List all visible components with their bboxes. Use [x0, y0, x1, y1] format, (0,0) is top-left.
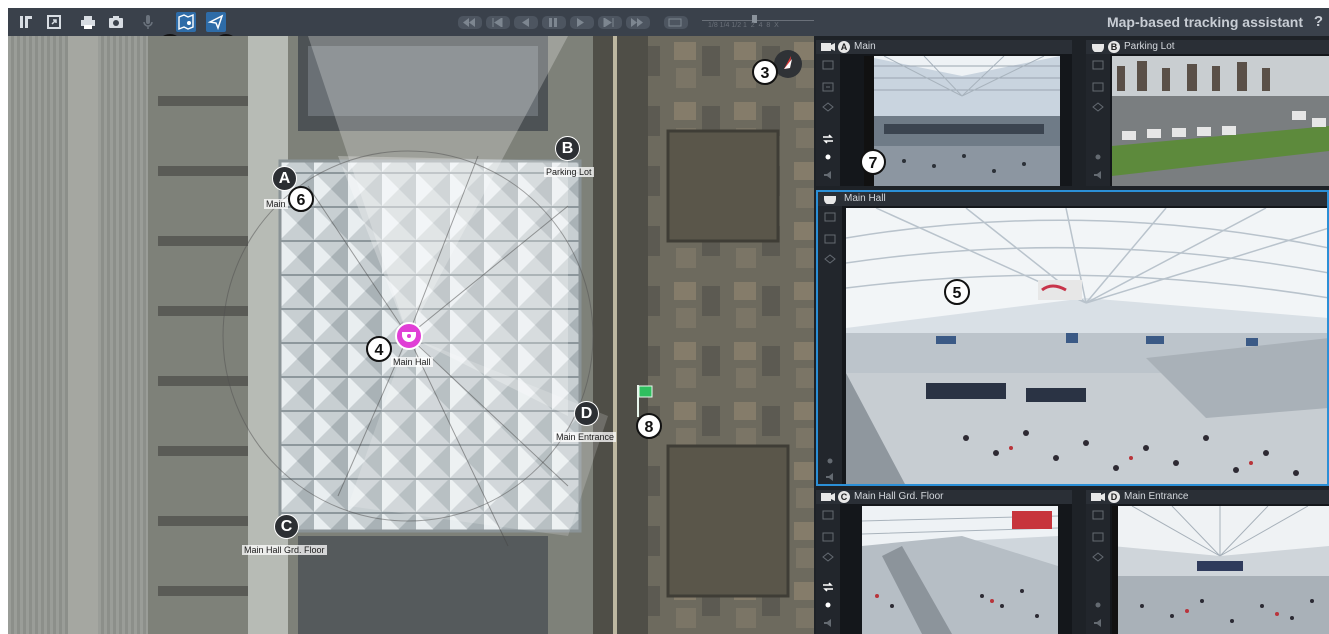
zoom-icon[interactable]: [824, 234, 836, 244]
ptz-icon[interactable]: [822, 102, 834, 112]
speed-scale-label: 1/8 1/4 1/2 1 2 4 8 X: [708, 22, 779, 29]
fullscreen-icon[interactable]: [44, 12, 64, 32]
swap-icon[interactable]: [822, 134, 834, 144]
camera-panel-main-hall[interactable]: Main Hall: [816, 190, 1329, 486]
exit-icon[interactable]: [16, 12, 36, 32]
camera-icon: [1091, 493, 1105, 501]
layers-icon[interactable]: [1092, 510, 1104, 520]
camera-name-b: Parking Lot: [1124, 41, 1175, 52]
camera-rail-main: [818, 206, 842, 484]
camera-panel-c[interactable]: C Main Hall Grd. Floor: [816, 490, 1072, 634]
map-camera-b-label: Parking Lot: [544, 167, 594, 177]
speed-slider[interactable]: 1/8 1/4 1/2 1 2 4 8 X: [698, 14, 818, 32]
camera-rail-d: [1086, 504, 1110, 634]
audio-icon[interactable]: [824, 472, 836, 482]
zoom-icon[interactable]: [822, 532, 834, 542]
camera-icon: [821, 43, 835, 51]
camera-name-c: Main Hall Grd. Floor: [854, 491, 944, 502]
toolbar: 1/8 1/4 1/2 1 2 4 8 X Map-based tracking…: [8, 8, 1329, 36]
record-icon[interactable]: [822, 600, 834, 610]
map-tracking-icon[interactable]: [176, 12, 196, 32]
zoom-icon[interactable]: [1092, 82, 1104, 92]
video-feed-b: [1112, 56, 1329, 186]
camera-name-main-hall: Main Hall: [844, 193, 886, 204]
map-view[interactable]: A Main B Parking Lot C Main Hall Grd. Fl…: [8, 36, 814, 634]
help-button[interactable]: ?: [1314, 13, 1323, 30]
dome-camera-icon: [824, 196, 836, 204]
camera-panel-b[interactable]: B Parking Lot: [1086, 40, 1329, 186]
microphone-icon[interactable]: [138, 12, 158, 32]
audio-icon[interactable]: [822, 170, 834, 180]
ptz-icon[interactable]: [1092, 552, 1104, 562]
callout-7: 7: [860, 149, 886, 175]
camera-badge-a: A: [838, 41, 850, 53]
app-title: Map-based tracking assistant: [1106, 14, 1303, 30]
skip-forward-icon[interactable]: [626, 16, 650, 29]
camera-name-a: Main: [854, 41, 876, 52]
callout-5: 5: [944, 279, 970, 305]
swap-icon[interactable]: [822, 582, 834, 592]
ptz-icon[interactable]: [824, 254, 836, 264]
map-camera-c-label: Main Hall Grd. Floor: [242, 545, 327, 555]
camera-panel-d[interactable]: D Main Entrance: [1086, 490, 1329, 634]
layers-icon[interactable]: [824, 212, 836, 222]
video-feed-c: [862, 506, 1058, 634]
camera-name-d: Main Entrance: [1124, 491, 1189, 502]
camera-icon: [821, 493, 835, 501]
map-camera-c-marker[interactable]: C: [274, 514, 299, 539]
audio-icon[interactable]: [1092, 170, 1104, 180]
record-icon[interactable]: [1092, 600, 1104, 610]
audio-icon[interactable]: [822, 618, 834, 628]
camera-rail-b: [1086, 54, 1110, 186]
map-camera-d-marker[interactable]: D: [574, 401, 599, 426]
dome-camera-icon: [1092, 44, 1104, 52]
play-icon[interactable]: [570, 16, 594, 29]
layers-icon[interactable]: [822, 60, 834, 70]
navigate-icon[interactable]: [206, 12, 226, 32]
layers-icon[interactable]: [822, 510, 834, 520]
camera-panel-a[interactable]: A Main: [816, 40, 1072, 186]
camera-rail-c: [816, 504, 840, 634]
audio-icon[interactable]: [1092, 618, 1104, 628]
callout-8: 8: [636, 413, 662, 439]
selected-camera-icon[interactable]: [395, 322, 423, 350]
play-reverse-icon[interactable]: [514, 16, 538, 29]
zoom-icon[interactable]: [1092, 532, 1104, 542]
ptz-icon[interactable]: [1092, 102, 1104, 112]
map-camera-a-label: Main: [264, 199, 288, 209]
callout-4: 4: [366, 336, 392, 362]
print-icon[interactable]: [78, 12, 98, 32]
loop-icon[interactable]: [664, 16, 688, 29]
record-icon[interactable]: [1092, 152, 1104, 162]
record-icon[interactable]: [822, 152, 834, 162]
camera-badge-d: D: [1108, 491, 1120, 503]
callout-3: 3: [752, 59, 778, 85]
ptz-icon[interactable]: [822, 552, 834, 562]
map-camera-b-marker[interactable]: B: [555, 136, 580, 161]
camera-badge-b: B: [1108, 41, 1120, 53]
skip-back-icon[interactable]: [458, 16, 482, 29]
zoom-icon[interactable]: [822, 82, 834, 92]
pause-icon[interactable]: [542, 16, 566, 29]
step-back-icon[interactable]: [486, 16, 510, 29]
video-feed-main-hall: [846, 208, 1327, 484]
camera-badge-c: C: [838, 491, 850, 503]
snapshot-icon[interactable]: [106, 12, 126, 32]
camera-rail-a: [816, 54, 840, 186]
video-feed-d: [1112, 506, 1329, 634]
step-forward-icon[interactable]: [598, 16, 622, 29]
selected-camera-label: Main Hall: [391, 357, 433, 367]
map-camera-d-label: Main Entrance: [554, 432, 617, 442]
layers-icon[interactable]: [1092, 60, 1104, 70]
video-feed-a: [864, 56, 1060, 186]
record-icon[interactable]: [824, 456, 836, 466]
callout-6: 6: [288, 186, 314, 212]
